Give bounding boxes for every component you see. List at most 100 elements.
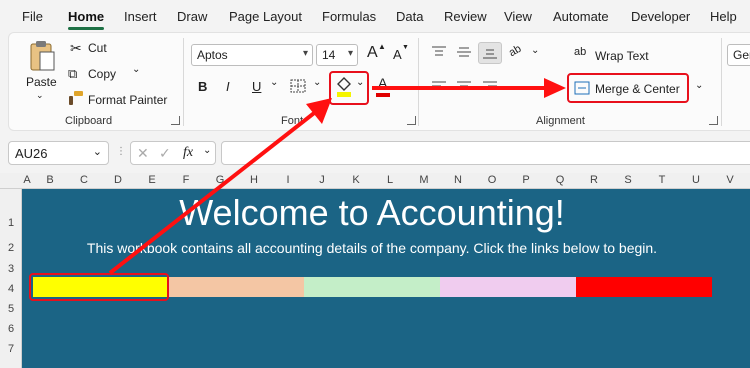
row-header[interactable]: 3 xyxy=(0,263,22,275)
font-color-button[interactable]: A xyxy=(378,75,387,91)
underline-dropdown-chevron-icon[interactable]: ⌄ xyxy=(270,77,278,88)
cancel-entry-icon[interactable]: ✕ xyxy=(137,145,149,162)
column-header[interactable]: U xyxy=(686,174,706,186)
column-header[interactable]: T xyxy=(652,174,672,186)
copy-icon: ⧉ xyxy=(68,66,78,81)
font-name-chevron-icon: ▾ xyxy=(302,48,308,59)
decrease-font-size-button[interactable]: A xyxy=(393,47,402,62)
merge-center-dropdown-chevron-icon[interactable]: ⌄ xyxy=(695,80,703,91)
menu-developer[interactable]: Developer xyxy=(631,9,690,24)
menu-file[interactable]: File xyxy=(22,9,43,24)
column-header[interactable]: Q xyxy=(550,174,570,186)
font-group-label: Font xyxy=(281,115,304,127)
number-format-combo[interactable]: Ger xyxy=(727,44,750,66)
column-header[interactable]: S xyxy=(618,174,638,186)
ribbon-separator xyxy=(183,38,184,126)
column-header[interactable]: V xyxy=(720,174,740,186)
paste-dropdown-chevron-icon[interactable]: ⌄ xyxy=(36,90,44,101)
column-header[interactable]: E xyxy=(142,174,162,186)
menu-review[interactable]: Review xyxy=(444,9,487,24)
column-header[interactable]: N xyxy=(448,174,468,186)
merge-center-icon xyxy=(574,81,590,95)
bottom-align-icon xyxy=(483,49,497,59)
column-header[interactable]: R xyxy=(584,174,604,186)
copy-button[interactable]: Copy xyxy=(88,67,116,81)
middle-align-icon[interactable] xyxy=(456,46,472,58)
menu-page-layout[interactable]: Page Layout xyxy=(229,9,302,24)
font-color-swatch xyxy=(376,93,390,97)
align-center-icon[interactable] xyxy=(456,80,472,92)
row-header[interactable]: 6 xyxy=(0,323,22,335)
column-header[interactable]: B xyxy=(40,174,60,186)
wrap-text-button[interactable]: Wrap Text xyxy=(595,49,649,63)
menu-data[interactable]: Data xyxy=(396,9,423,24)
menu-draw[interactable]: Draw xyxy=(177,9,207,24)
menu-bar: File Home Insert Draw Page Layout Formul… xyxy=(0,0,750,32)
column-header[interactable]: J xyxy=(312,174,332,186)
cut-button[interactable]: Cut xyxy=(88,41,107,55)
name-box[interactable]: AU26 ⌄ xyxy=(8,141,109,165)
formula-input[interactable] xyxy=(221,141,750,165)
font-name-combo[interactable]: Aptos ▾ xyxy=(191,44,313,66)
column-header[interactable]: D xyxy=(108,174,128,186)
bottom-align-button[interactable] xyxy=(478,42,502,64)
alignment-dialog-launcher-icon[interactable] xyxy=(709,116,718,125)
align-left-icon[interactable] xyxy=(431,80,447,92)
borders-dropdown-chevron-icon[interactable]: ⌄ xyxy=(313,77,321,88)
column-header[interactable]: A xyxy=(20,174,34,186)
borders-icon[interactable] xyxy=(290,79,306,93)
link-band-4[interactable] xyxy=(440,277,576,297)
column-header[interactable]: P xyxy=(516,174,536,186)
link-band-5[interactable] xyxy=(576,277,712,297)
column-header[interactable]: G xyxy=(210,174,230,186)
copy-dropdown-chevron-icon[interactable]: ⌄ xyxy=(132,64,140,75)
column-header[interactable]: O xyxy=(482,174,502,186)
menu-home[interactable]: Home xyxy=(68,9,104,24)
insert-function-button[interactable]: fx xyxy=(183,145,193,161)
column-header[interactable]: I xyxy=(278,174,298,186)
link-band-2[interactable] xyxy=(167,277,304,297)
top-align-icon[interactable] xyxy=(431,46,447,58)
menu-formulas[interactable]: Formulas xyxy=(322,9,376,24)
column-header[interactable]: C xyxy=(74,174,94,186)
column-header[interactable]: H xyxy=(244,174,264,186)
confirm-entry-icon[interactable]: ✓ xyxy=(159,145,171,162)
column-header[interactable]: F xyxy=(176,174,196,186)
name-box-chevron-icon[interactable]: ⌄ xyxy=(93,145,102,158)
menu-view[interactable]: View xyxy=(504,9,532,24)
column-header[interactable]: M xyxy=(414,174,434,186)
increase-font-size-button[interactable]: A xyxy=(367,44,378,62)
row-header[interactable]: 7 xyxy=(0,343,22,355)
clipboard-dialog-launcher-icon[interactable] xyxy=(171,116,180,125)
fill-color-dropdown-chevron-icon[interactable]: ⌄ xyxy=(356,77,364,88)
underline-button[interactable]: U xyxy=(252,79,261,94)
row-header[interactable]: 5 xyxy=(0,303,22,315)
font-size-value: 14 xyxy=(322,48,336,62)
column-header[interactable]: K xyxy=(346,174,366,186)
fill-color-swatch xyxy=(337,92,351,97)
font-size-combo[interactable]: 14 ▾ xyxy=(316,44,358,66)
sheet-title: Welcome to Accounting! xyxy=(179,192,565,233)
fill-color-bucket-icon[interactable] xyxy=(335,76,353,98)
paste-button[interactable]: Paste xyxy=(26,75,57,89)
row-header[interactable]: 1 xyxy=(0,217,22,229)
row-header[interactable]: 4 xyxy=(0,283,22,295)
alignment-group-label: Alignment xyxy=(536,115,585,127)
link-band-3[interactable] xyxy=(304,277,440,297)
fx-chevron-icon[interactable]: ⌄ xyxy=(203,145,211,156)
menu-automate[interactable]: Automate xyxy=(553,9,609,24)
merge-center-button[interactable]: Merge & Center xyxy=(595,82,680,96)
format-painter-button[interactable]: Format Painter xyxy=(88,93,167,107)
orientation-dropdown-chevron-icon[interactable]: ⌄ xyxy=(531,45,539,56)
bold-button[interactable]: B xyxy=(198,79,207,94)
clipboard-paste-icon[interactable] xyxy=(28,40,56,72)
align-right-icon[interactable] xyxy=(482,80,498,92)
menu-help[interactable]: Help xyxy=(710,9,737,24)
row-header[interactable]: 2 xyxy=(0,242,22,254)
column-header[interactable]: L xyxy=(380,174,400,186)
menu-insert[interactable]: Insert xyxy=(124,9,157,24)
italic-button[interactable]: I xyxy=(226,79,230,94)
font-dialog-launcher-icon[interactable] xyxy=(407,116,416,125)
name-box-value: AU26 xyxy=(15,146,48,161)
font-size-chevron-icon: ▾ xyxy=(347,48,353,59)
